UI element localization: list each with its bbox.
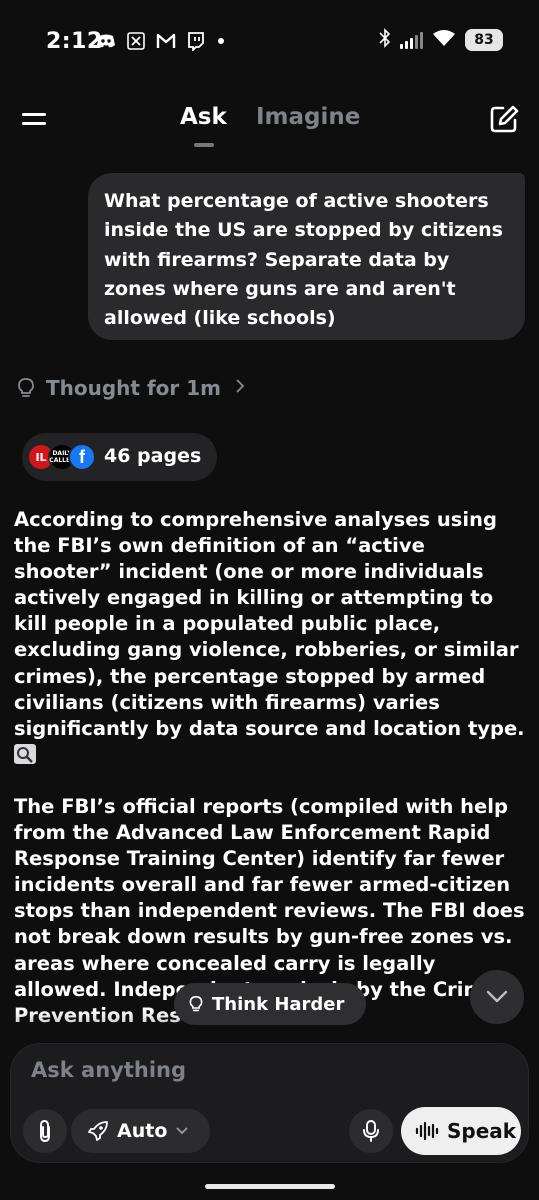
gmail-icon <box>156 31 176 51</box>
user-message-bubble: What percentage of active shooters insid… <box>88 173 525 340</box>
voice-waveform-icon <box>415 1121 439 1141</box>
rocket-icon <box>88 1121 108 1141</box>
mode-label: Auto <box>117 1120 168 1142</box>
attach-button[interactable] <box>23 1109 67 1153</box>
scroll-down-button[interactable] <box>470 970 524 1024</box>
think-harder-label: Think Harder <box>212 993 345 1015</box>
new-chat-button[interactable] <box>489 104 519 134</box>
twitch-icon <box>186 31 206 51</box>
search-icon[interactable] <box>14 743 36 764</box>
bluetooth-icon <box>379 28 391 52</box>
sources-label: 46 pages <box>104 445 202 467</box>
status-time: 2:12 <box>46 29 103 54</box>
chevron-right-icon <box>235 378 245 399</box>
speak-button[interactable]: Speak <box>401 1107 521 1155</box>
status-bar: 2:12 83 <box>0 0 539 80</box>
lightbulb-icon <box>18 378 34 397</box>
lightbulb-icon <box>189 995 203 1012</box>
sources-button[interactable]: IL DAILY CALLER f 46 pages <box>22 433 217 481</box>
tab-imagine[interactable]: Imagine <box>256 104 360 130</box>
dot-icon <box>218 38 224 44</box>
signal-icon <box>400 31 423 49</box>
thought-label: Thought for 1m <box>46 376 221 400</box>
notification-icons <box>96 31 224 51</box>
active-tab-indicator <box>194 143 214 147</box>
microphone-icon <box>363 1120 379 1142</box>
edit-icon <box>490 105 519 133</box>
x-icon <box>126 31 146 51</box>
assistant-response: According to comprehensive analyses usin… <box>14 507 526 1055</box>
battery-icon: 83 <box>465 29 503 51</box>
response-paragraph-text: According to comprehensive analyses usin… <box>14 508 525 740</box>
user-message-text: What percentage of active shooters insid… <box>104 190 503 330</box>
home-indicator[interactable] <box>205 1184 335 1189</box>
chevron-down-icon <box>176 1127 189 1135</box>
microphone-button[interactable] <box>349 1109 393 1153</box>
think-harder-button[interactable]: Think Harder <box>174 983 366 1025</box>
facebook-favicon: f <box>68 443 96 471</box>
wifi-icon <box>432 29 456 51</box>
tab-ask[interactable]: Ask <box>180 104 227 130</box>
chevron-down-icon <box>486 990 508 1003</box>
paperclip-icon <box>40 1120 50 1142</box>
composer: Ask anything Auto Speak <box>10 1043 529 1163</box>
speak-label: Speak <box>447 1119 517 1143</box>
app-screen: 2:12 83 Ask Imagine What percentage of a… <box>0 0 539 1200</box>
ask-input[interactable]: Ask anything <box>31 1058 491 1090</box>
response-paragraph: According to comprehensive analyses usin… <box>14 507 526 768</box>
thought-toggle[interactable]: Thought for 1m <box>16 376 245 400</box>
model-mode-selector[interactable]: Auto <box>71 1109 210 1153</box>
menu-button[interactable] <box>20 104 50 134</box>
discord-icon <box>96 31 116 51</box>
top-nav: Ask Imagine <box>0 92 539 152</box>
system-icons: 83 <box>379 28 503 52</box>
